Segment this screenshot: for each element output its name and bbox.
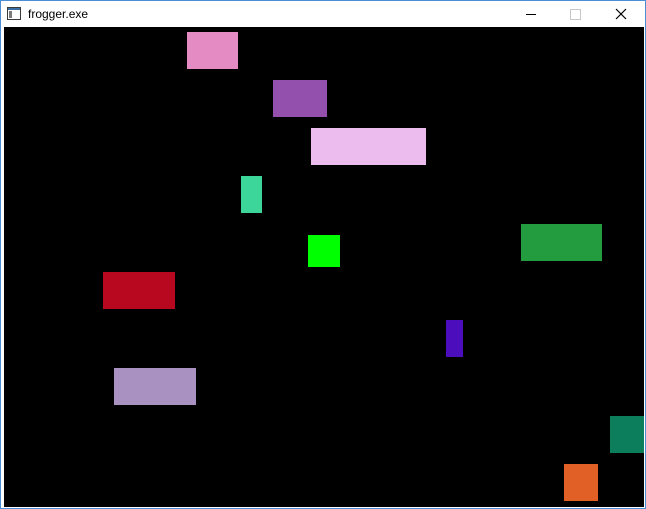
game-canvas[interactable] xyxy=(4,27,644,507)
obstacle-red xyxy=(103,272,175,309)
frog xyxy=(308,235,340,267)
obstacle-light-pink xyxy=(311,128,426,165)
maximize-icon xyxy=(570,9,581,20)
app-window: frogger.exe xyxy=(0,0,646,509)
obstacle-teal xyxy=(241,176,262,213)
obstacle-indigo xyxy=(446,320,463,357)
minimize-icon xyxy=(526,14,536,15)
minimize-button[interactable] xyxy=(508,1,553,27)
app-window-icon[interactable] xyxy=(7,7,21,20)
maximize-button[interactable] xyxy=(553,1,598,27)
obstacle-orange xyxy=(564,464,598,501)
title-bar[interactable]: frogger.exe xyxy=(1,1,645,27)
close-icon xyxy=(615,8,627,20)
obstacle-lavender xyxy=(114,368,196,405)
obstacle-dark-teal xyxy=(610,416,644,453)
window-title: frogger.exe xyxy=(28,7,89,21)
obstacle-pink xyxy=(187,32,238,69)
obstacle-green xyxy=(521,224,602,261)
close-button[interactable] xyxy=(598,1,643,27)
obstacle-purple xyxy=(273,80,327,117)
